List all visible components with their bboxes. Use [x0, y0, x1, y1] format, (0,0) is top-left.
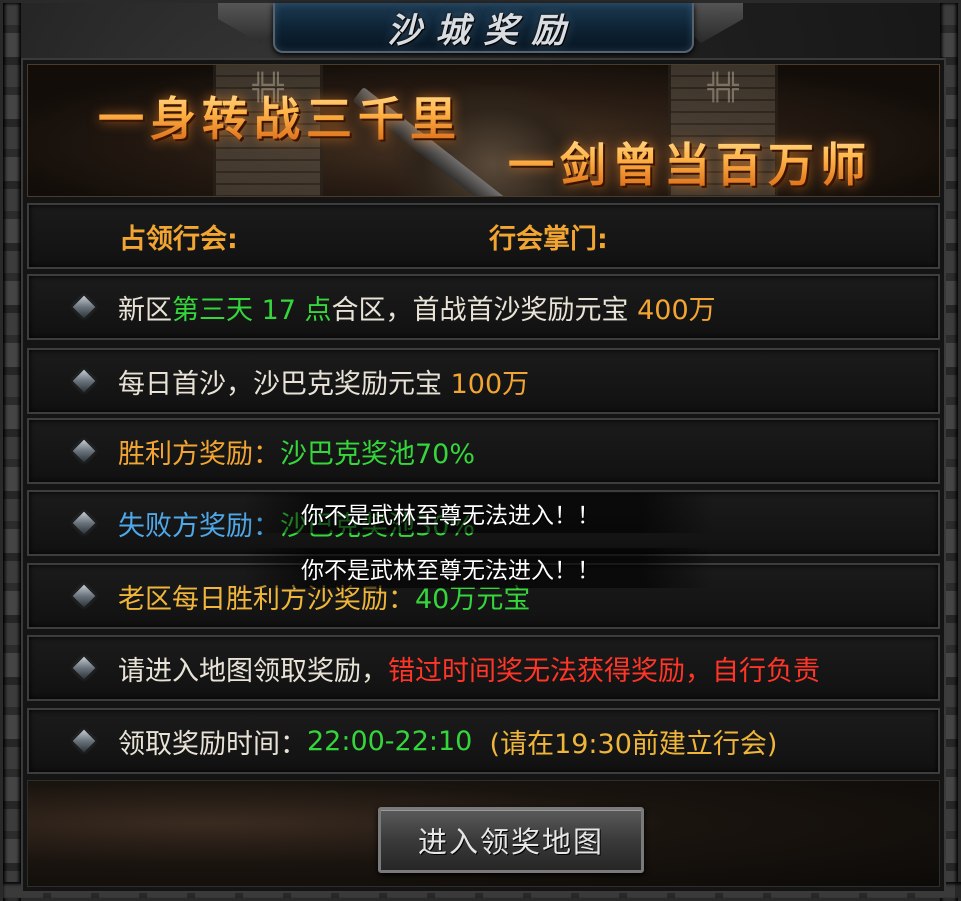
occupying-guild-label: 占领行会:	[119, 223, 238, 255]
banner-slogan-line2: 一剑曾当百万师	[508, 129, 872, 195]
reward-row-daily-first: 每日首沙，沙巴克奖励元宝 100万	[27, 348, 940, 414]
guild-leader-label: 行会掌门:	[489, 223, 608, 255]
system-message-toast: 你不是武林至尊无法进入！！	[243, 493, 713, 533]
reward-text-segment: 合区，首战首沙奖励元宝	[331, 294, 638, 326]
diamond-bullet-icon	[72, 439, 96, 463]
title-ornament-left	[218, 3, 278, 43]
reward-text-segment: 领取奖励时间：	[118, 728, 307, 760]
reward-text-segment: (请在19:30前建立行会)	[472, 728, 778, 760]
reward-text-segment: 22:00-22:10	[307, 725, 473, 757]
reward-row-winner: 胜利方奖励： 沙巴克奖池70%	[27, 418, 940, 484]
reward-text-segment: 400万	[637, 294, 716, 326]
banner-slogan-line1: 一身转战三千里	[98, 83, 462, 149]
reward-text-segment: 100万	[450, 368, 530, 400]
reward-window: 沙城奖励 ╬╬ ╬╬ 一身转战三千里 一剑曾当百万师 占领行会: 行会掌门: 新…	[0, 0, 961, 901]
reward-text-segment: 请进入地图领取奖励，	[118, 655, 388, 687]
reward-text-segment: 每日首沙，沙巴克奖励元宝	[118, 368, 451, 400]
footer-area: 进入领奖地图	[27, 780, 940, 887]
diamond-bullet-icon	[72, 656, 96, 680]
diamond-bullet-icon	[72, 584, 96, 608]
guild-info-row: 占领行会: 行会掌门:	[27, 203, 940, 269]
reward-text-segment: 沙巴克奖池70%	[280, 438, 476, 470]
reward-row-claim-time: 领取奖励时间： 22:00-22:10 (请在19:30前建立行会)	[27, 708, 940, 774]
reward-text-segment: 新区	[118, 294, 172, 326]
banner-glyph-ornament: ╬╬	[707, 73, 739, 103]
window-title: 沙城奖励	[387, 10, 580, 51]
reward-text-segment: 错过时间奖无法获得奖励，自行负责	[388, 655, 820, 687]
diamond-bullet-icon	[72, 295, 96, 319]
system-message-toast: 你不是武林至尊无法进入！！	[243, 548, 713, 588]
reward-row-claim-notice: 请进入地图领取奖励， 错过时间奖无法获得奖励，自行负责	[27, 635, 940, 701]
reward-text-segment: 第三天 17 点	[172, 294, 332, 326]
title-plaque: 沙城奖励	[273, 3, 694, 53]
reward-row-new-server: 新区 第三天 17 点合区，首战首沙奖励元宝 400万	[27, 274, 940, 340]
enter-reward-map-button[interactable]: 进入领奖地图	[378, 807, 644, 873]
reward-text-segment: 胜利方奖励：	[118, 438, 280, 470]
diamond-bullet-icon	[72, 369, 96, 393]
stone-border-left	[3, 3, 21, 901]
banner-image: ╬╬ ╬╬ 一身转战三千里 一剑曾当百万师	[27, 64, 940, 197]
diamond-bullet-icon	[72, 511, 96, 535]
diamond-bullet-icon	[72, 729, 96, 753]
content-panel: ╬╬ ╬╬ 一身转战三千里 一剑曾当百万师 占领行会: 行会掌门: 新区第三天 …	[21, 58, 946, 893]
